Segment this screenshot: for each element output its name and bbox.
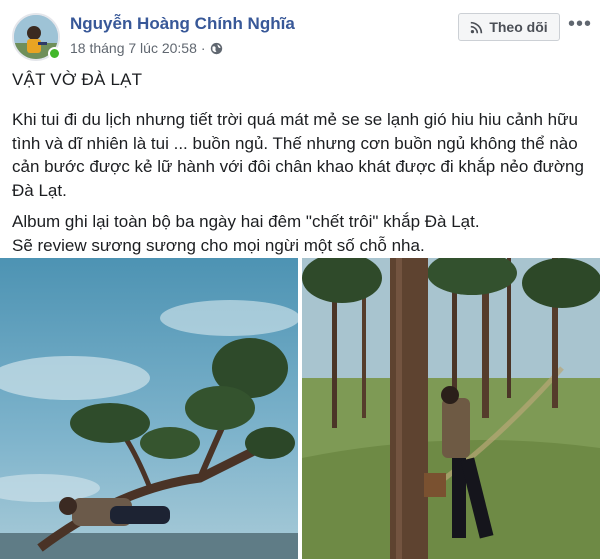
- post-text: VẬT VỜ ĐÀ LẠT Khi tui đi du lịch nhưng t…: [12, 68, 594, 257]
- follow-button-label: Theo dõi: [489, 19, 548, 35]
- globe-icon[interactable]: [210, 42, 223, 55]
- author-name-link[interactable]: Nguyễn Hoàng Chính Nghĩa: [70, 14, 295, 34]
- online-status-dot: [48, 47, 61, 60]
- follow-button[interactable]: Theo dõi: [458, 13, 560, 41]
- post-paragraph: Album ghi lại toàn bộ ba ngày hai đêm "c…: [12, 210, 594, 257]
- post-header: Nguyễn Hoàng Chính Nghĩa 18 tháng 7 lúc …: [0, 0, 600, 66]
- post-title: VẬT VỜ ĐÀ LẠT: [12, 70, 143, 89]
- post-timestamp[interactable]: 18 tháng 7 lúc 20:58: [70, 40, 197, 56]
- more-options-button[interactable]: •••: [566, 12, 594, 36]
- avatar[interactable]: [12, 13, 61, 61]
- photo-grid: [0, 258, 600, 559]
- post-line: Album ghi lại toàn bộ ba ngày hai đêm "c…: [12, 212, 480, 231]
- post-line: Sẽ review sương sương cho mọi ngừi một s…: [12, 235, 425, 255]
- rss-icon: [470, 21, 483, 34]
- meta-separator: ·: [200, 40, 206, 56]
- post-meta: 18 tháng 7 lúc 20:58 ·: [70, 40, 223, 56]
- post-paragraph: Khi tui đi du lịch nhưng tiết trời quá m…: [12, 110, 584, 200]
- photo-pine-tree-sky[interactable]: [0, 258, 298, 559]
- photo-pine-forest[interactable]: [302, 258, 600, 559]
